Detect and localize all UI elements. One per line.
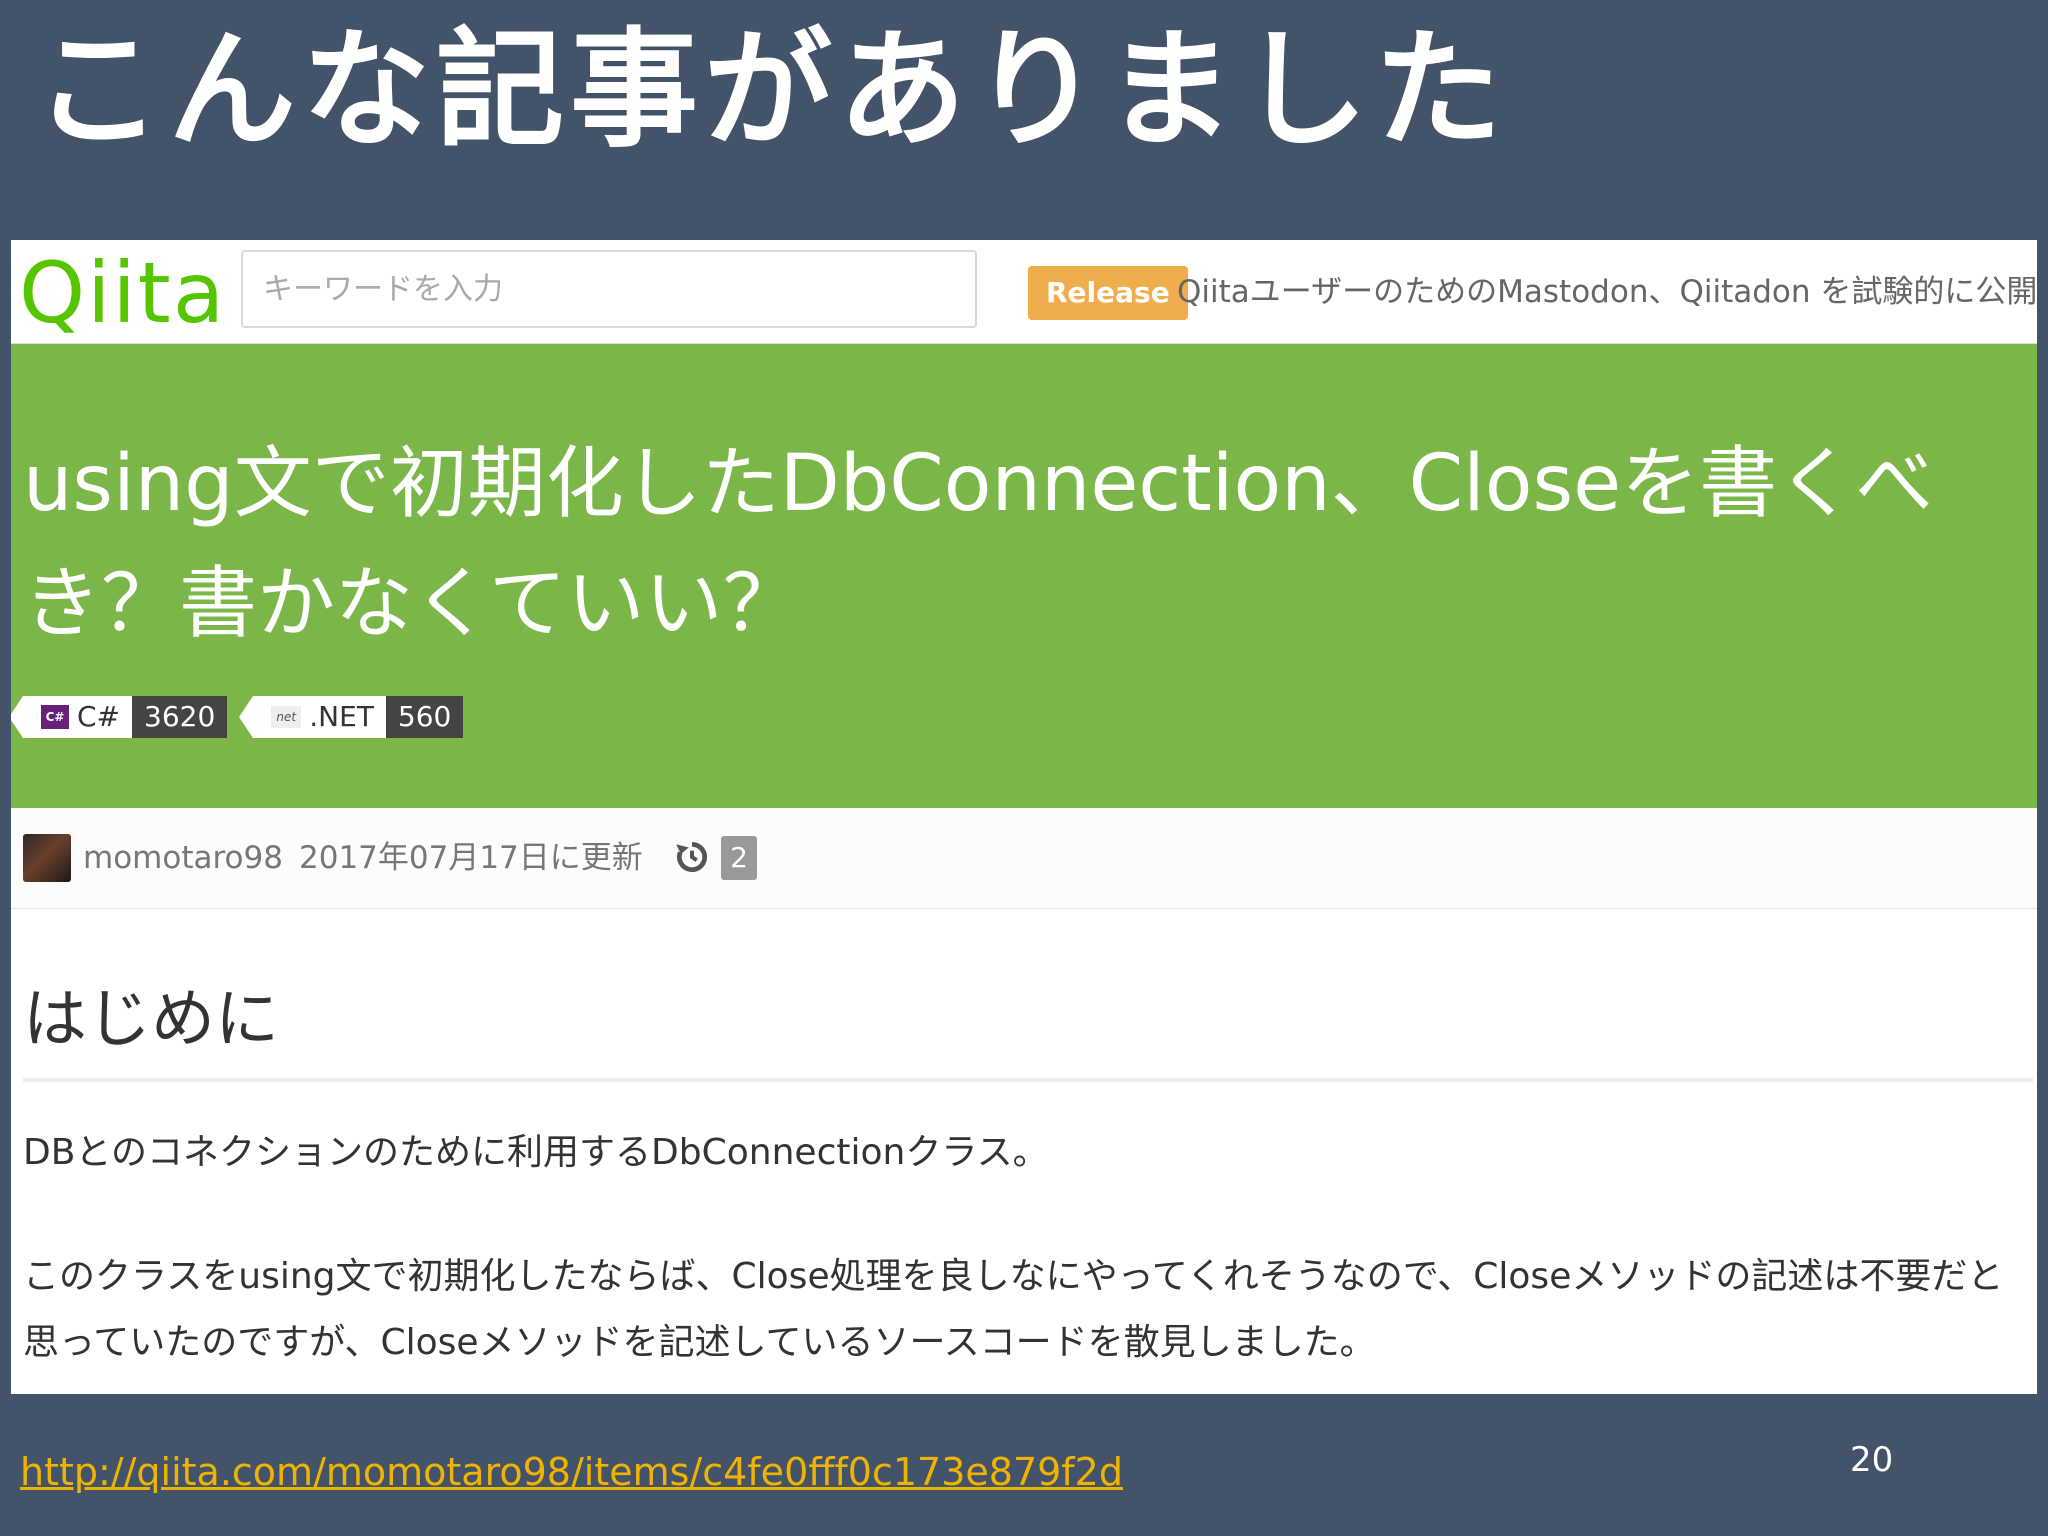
qiita-logo[interactable]: Qiita xyxy=(19,244,226,342)
history-icon[interactable] xyxy=(673,838,711,876)
tag-count: 560 xyxy=(385,696,464,738)
page-number: 20 xyxy=(1850,1440,1894,1480)
article-banner: using文で初期化したDbConnection、Closeを書くべき？書かなく… xyxy=(11,344,2037,808)
tag-name: C# C# xyxy=(11,696,133,738)
updated-date: 2017年07月17日に更新 xyxy=(299,840,643,876)
release-news-link[interactable]: QiitaユーザーのためのMastodon、Qiitadon を試験的に公開し xyxy=(1177,268,2037,316)
tag-name: net .NET xyxy=(239,696,386,738)
tag-list: C# C# 3620 net .NET 560 xyxy=(11,696,464,738)
qiita-header: Qiita Release QiitaユーザーのためのMastodon、Qiit… xyxy=(11,240,2037,344)
tag-label: .NET xyxy=(309,700,374,733)
revision-count-badge[interactable]: 2 xyxy=(721,836,757,880)
tag-dotnet[interactable]: net .NET 560 xyxy=(239,696,464,738)
paragraph-2: このクラスをusing文で初期化したならば、Close処理を良しなにやってくれそ… xyxy=(23,1256,2004,1363)
article-title: using文で初期化したDbConnection、Closeを書くべき？書かなく… xyxy=(23,439,1934,649)
search-input[interactable] xyxy=(241,250,977,328)
article-url-link[interactable]: http://qiita.com/momotaro98/items/c4fe0f… xyxy=(20,1450,1123,1494)
tag-csharp[interactable]: C# C# 3620 xyxy=(11,696,228,738)
dotnet-icon: net xyxy=(271,706,302,728)
slide-title: こんな記事がありました xyxy=(34,16,1509,165)
qiita-screenshot: Qiita Release QiitaユーザーのためのMastodon、Qiit… xyxy=(11,240,2037,1394)
author-name[interactable]: momotaro98 xyxy=(83,836,283,880)
tag-label: C# xyxy=(77,700,121,733)
section-heading: はじめに xyxy=(23,983,279,1057)
heading-divider xyxy=(23,1078,2033,1082)
avatar[interactable] xyxy=(23,834,71,882)
tag-count: 3620 xyxy=(132,696,228,738)
author-row: momotaro98 2017年07月17日に更新 2 xyxy=(11,808,2037,909)
release-badge: Release xyxy=(1028,266,1188,320)
paragraph-1: DBとのコネクションのために利用するDbConnectionクラス。 xyxy=(23,1132,1049,1173)
csharp-icon: C# xyxy=(41,705,69,729)
